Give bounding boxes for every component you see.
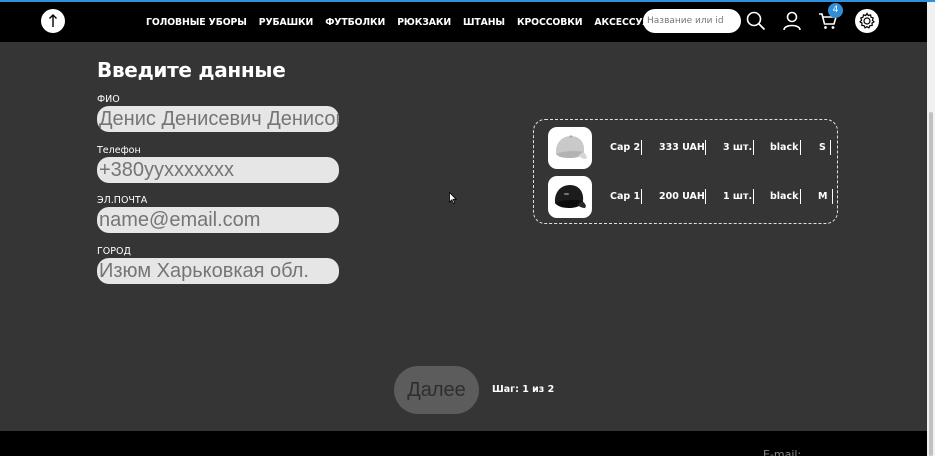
user-icon[interactable] — [781, 10, 803, 32]
scrollbar-thumb[interactable] — [929, 112, 933, 456]
separator — [800, 140, 801, 155]
fullname-label: ФИО — [97, 94, 120, 105]
separator — [832, 189, 833, 204]
separator — [753, 140, 754, 155]
search-input[interactable] — [643, 9, 741, 33]
separator — [705, 189, 706, 204]
phone-label: Телефон — [97, 145, 141, 156]
site-footer: E-mail: — [0, 431, 927, 456]
search-icon[interactable] — [745, 10, 767, 32]
cart-item-price: 200 UAH — [659, 191, 705, 202]
cart-item-image — [548, 176, 592, 218]
separator — [800, 189, 801, 204]
city-input[interactable] — [97, 258, 339, 284]
cart-summary: Cap 2 333 UAH 3 шт. black S Cap 1 200 UA… — [533, 119, 838, 224]
nav-hats[interactable]: ГОЛОВНЫЕ УБОРЫ — [146, 17, 247, 28]
separator — [753, 189, 754, 204]
email-label: ЭЛ.ПОЧТА — [97, 195, 148, 206]
nav-shirts[interactable]: РУБАШКИ — [259, 17, 314, 28]
email-input[interactable] — [97, 207, 339, 233]
settings-button[interactable] — [855, 9, 879, 33]
fullname-input[interactable] — [97, 106, 339, 132]
separator — [641, 140, 642, 155]
nav-tshirts[interactable]: ФУТБОЛКИ — [325, 17, 385, 28]
next-button[interactable]: Далее — [394, 366, 479, 414]
gear-icon — [859, 12, 875, 29]
cart-item-name: Cap 2 — [610, 142, 641, 153]
cart-item[interactable]: Cap 2 333 UAH 3 шт. black S — [548, 127, 838, 171]
city-label: ГОРОД — [97, 246, 131, 257]
site-header: ГОЛОВНЫЕ УБОРЫ РУБАШКИ ФУТБОЛКИ РЮКЗАКИ … — [0, 2, 927, 42]
cart-item-qty: 1 шт. — [723, 191, 753, 202]
cart-item-size: M — [818, 191, 828, 202]
mouse-cursor-icon — [449, 192, 457, 204]
form-title: Введите данные — [97, 58, 286, 82]
separator — [830, 140, 831, 155]
separator — [641, 189, 642, 204]
footer-email-label: E-mail: — [763, 448, 802, 456]
step-indicator: Шаг: 1 из 2 — [492, 384, 555, 395]
cart-item-color: black — [770, 191, 799, 202]
cart-item-size: S — [819, 142, 826, 153]
nav-pants[interactable]: ШТАНЫ — [463, 17, 505, 28]
cart-item-image — [548, 127, 592, 169]
cart-count-badge: 4 — [828, 3, 843, 18]
cart-item-price: 333 UAH — [659, 142, 705, 153]
separator — [705, 140, 706, 155]
nav-backpacks[interactable]: РЮКЗАКИ — [397, 17, 451, 28]
nav-sneakers[interactable]: КРОССОВКИ — [517, 17, 583, 28]
cart-item-qty: 3 шт. — [723, 142, 753, 153]
main-nav: ГОЛОВНЫЕ УБОРЫ РУБАШКИ ФУТБОЛКИ РЮКЗАКИ … — [146, 2, 678, 42]
arrow-up-icon — [49, 14, 57, 27]
cart-item-name: Cap 1 — [610, 191, 641, 202]
cart-item[interactable]: Cap 1 200 UAH 1 шт. black M — [548, 176, 838, 220]
phone-input[interactable] — [97, 157, 339, 183]
scroll-up-button[interactable] — [41, 9, 65, 33]
cart-item-color: black — [770, 142, 799, 153]
